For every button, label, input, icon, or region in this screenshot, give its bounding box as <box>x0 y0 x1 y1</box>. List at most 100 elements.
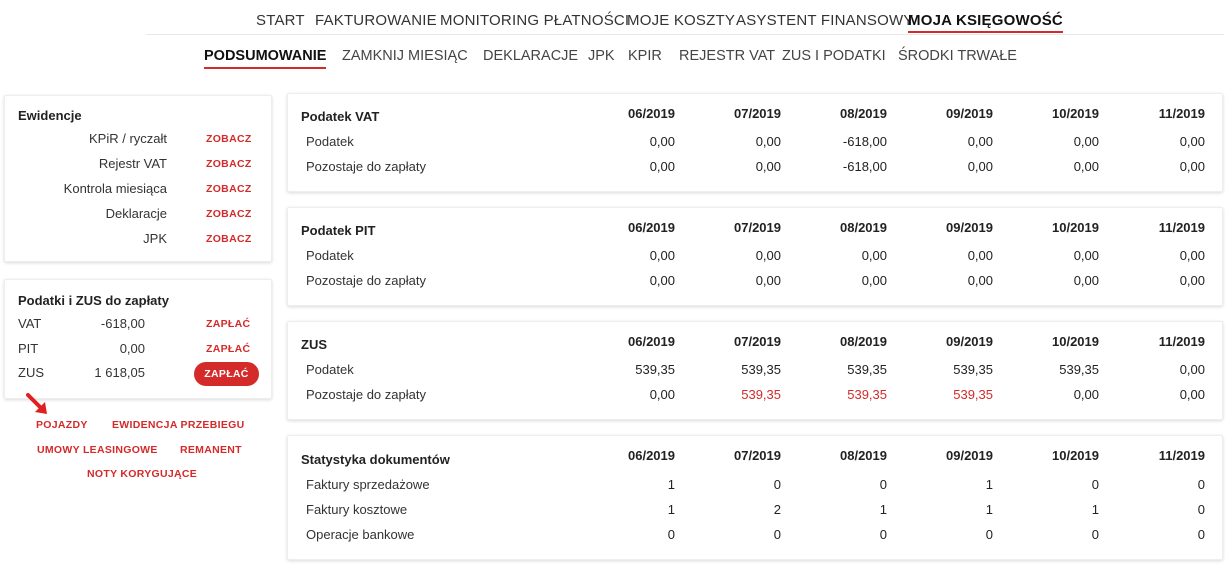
statystyka-table-card: Statystyka dokumentów 06/2019 07/2019 08… <box>287 435 1223 560</box>
tax-amount: -618,00 <box>100 316 145 331</box>
zobacz-link[interactable]: ZOBACZ <box>206 183 252 195</box>
table-cell: 0,00 <box>967 248 993 263</box>
tab-zamknij-miesiac[interactable]: ZAMKNIJ MIESIĄC <box>342 48 468 64</box>
table-cell: 0,00 <box>755 273 781 288</box>
table-cell: 0,00 <box>755 134 781 149</box>
ewidencje-title: Ewidencje <box>18 108 82 123</box>
period-header: 08/2019 <box>840 448 887 463</box>
list-item: Deklaracje ZOBACZ <box>5 204 275 224</box>
tab-srodki-trwale[interactable]: ŚRODKI TRWAŁE <box>898 48 1017 64</box>
zaplac-link[interactable]: ZAPŁAĆ <box>206 318 250 330</box>
period-header: 06/2019 <box>628 106 675 121</box>
ewidencje-label: Deklaracje <box>105 206 167 221</box>
table-cell: 1 <box>667 477 675 492</box>
tab-podsumowanie[interactable]: PODSUMOWANIE <box>204 48 327 69</box>
table-cell: 0 <box>1091 527 1099 542</box>
top-nav-fakturowanie[interactable]: FAKTUROWANIE <box>315 12 437 29</box>
period-header: 10/2019 <box>1052 448 1099 463</box>
period-header: 08/2019 <box>840 220 887 235</box>
tax-type-label: PIT <box>18 341 39 356</box>
table-cell: 0 <box>773 527 781 542</box>
period-header: 09/2019 <box>946 448 993 463</box>
zobacz-link[interactable]: ZOBACZ <box>206 233 252 245</box>
period-header: 08/2019 <box>840 106 887 121</box>
zus-table-card: ZUS 06/2019 07/2019 08/2019 09/2019 10/2… <box>287 321 1223 420</box>
top-nav-moja-ksiegowosc[interactable]: MOJA KSIĘGOWOŚĆ <box>908 12 1063 33</box>
zaplac-zus-button[interactable]: ZAPŁAĆ <box>194 362 259 386</box>
top-nav-monitoring-platnosci[interactable]: MONITORING PŁATNOŚCI <box>440 12 629 29</box>
period-header: 11/2019 <box>1158 334 1205 349</box>
table-cell: 0,00 <box>649 273 675 288</box>
top-nav-asystent-finansowy[interactable]: ASYSTENT FINANSOWY <box>736 12 914 29</box>
table-cell: 0,00 <box>861 248 887 263</box>
row-label: Pozostaje do zapłaty <box>306 387 426 402</box>
ewidencje-label: Rejestr VAT <box>98 156 167 171</box>
table-cell: 539,35 <box>741 362 781 377</box>
table-cell: 0,00 <box>1179 159 1205 174</box>
table-cell: 0,00 <box>1179 248 1205 263</box>
table-cell: 539,35 <box>635 362 675 377</box>
table-cell: 1 <box>667 502 675 517</box>
table-cell: 539,35 <box>1059 362 1099 377</box>
tab-kpir[interactable]: KPIR <box>628 48 662 64</box>
pojazdy-link[interactable]: POJAZDY <box>36 419 88 431</box>
zobacz-link[interactable]: ZOBACZ <box>206 158 252 170</box>
table-cell: 0,00 <box>649 159 675 174</box>
row-label: Podatek <box>306 134 354 149</box>
ewidencje-label: JPK <box>143 231 167 246</box>
row-label: Faktury kosztowe <box>306 502 408 517</box>
ewidencja-przebiegu-link[interactable]: EWIDENCJA PRZEBIEGU <box>112 419 245 431</box>
table-cell: 0 <box>1197 477 1205 492</box>
list-item: JPK ZOBACZ <box>5 229 275 249</box>
period-header: 09/2019 <box>946 106 993 121</box>
period-header: 07/2019 <box>734 220 781 235</box>
table-cell: 0,00 <box>967 134 993 149</box>
table-cell: 0,00 <box>755 248 781 263</box>
vat-table-card: Podatek VAT 06/2019 07/2019 08/2019 09/2… <box>287 93 1223 192</box>
tab-rejestr-vat[interactable]: REJESTR VAT <box>679 48 775 64</box>
table-cell: 539,35 <box>847 362 887 377</box>
period-header: 10/2019 <box>1052 220 1099 235</box>
table-cell: -618,00 <box>842 159 887 174</box>
tab-zus-i-podatki[interactable]: ZUS I PODATKI <box>782 48 886 64</box>
table-cell: 0,00 <box>1073 159 1099 174</box>
remanent-link[interactable]: REMANENT <box>180 444 242 456</box>
arrow-pointer-icon <box>26 393 47 414</box>
noty-korygujace-link[interactable]: NOTY KORYGUJĄCE <box>87 468 197 480</box>
top-nav-moje-koszty[interactable]: MOJE KOSZTY <box>627 12 735 29</box>
table-cell-due: 539,35 <box>741 387 781 402</box>
tab-deklaracje[interactable]: DEKLARACJE <box>483 48 578 64</box>
zaplac-link[interactable]: ZAPŁAĆ <box>206 343 250 355</box>
tab-jpk[interactable]: JPK <box>588 48 615 64</box>
table-cell: 0 <box>879 477 887 492</box>
table-cell: 0 <box>985 527 993 542</box>
period-header: 10/2019 <box>1052 106 1099 121</box>
podatki-zus-title: Podatki i ZUS do zapłaty <box>18 293 169 308</box>
period-header: 06/2019 <box>628 220 675 235</box>
table-cell: 0 <box>879 527 887 542</box>
row-label: Pozostaje do zapłaty <box>306 273 426 288</box>
row-label: Faktury sprzedażowe <box>306 477 430 492</box>
umowy-leasingowe-link[interactable]: UMOWY LEASINGOWE <box>37 444 158 456</box>
tax-amount: 0,00 <box>119 341 145 356</box>
tax-type-label: VAT <box>18 316 42 331</box>
table-cell: 539,35 <box>953 362 993 377</box>
tax-type-label: ZUS <box>18 365 44 380</box>
table-cell: 0 <box>1197 502 1205 517</box>
zobacz-link[interactable]: ZOBACZ <box>206 133 252 145</box>
zobacz-link[interactable]: ZOBACZ <box>206 208 252 220</box>
table-cell: -618,00 <box>842 134 887 149</box>
statystyka-table-title: Statystyka dokumentów <box>301 452 450 467</box>
row-label: Pozostaje do zapłaty <box>306 159 426 174</box>
period-header: 09/2019 <box>946 220 993 235</box>
table-cell: 0,00 <box>1073 387 1099 402</box>
table-cell: 0,00 <box>1179 134 1205 149</box>
table-cell-due: 539,35 <box>847 387 887 402</box>
top-nav-start[interactable]: START <box>256 12 305 29</box>
table-cell: 0,00 <box>755 159 781 174</box>
table-cell-due: 539,35 <box>953 387 993 402</box>
table-cell: 1 <box>1091 502 1099 517</box>
table-cell: 0,00 <box>1179 362 1205 377</box>
table-cell: 0,00 <box>861 273 887 288</box>
row-label: Podatek <box>306 248 354 263</box>
